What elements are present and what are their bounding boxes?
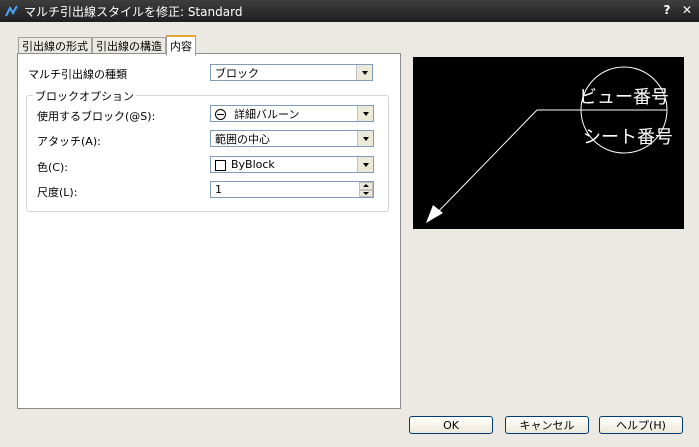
leader-arrowhead	[426, 205, 443, 223]
window-title: マルチ引出線スタイルを修正: Standard	[24, 4, 243, 19]
block-options-title: ブロックオプション	[33, 88, 136, 104]
close-icon[interactable]: ✕	[681, 3, 693, 17]
spin-down-button[interactable]	[359, 189, 373, 197]
leader-line	[434, 109, 538, 216]
attach-value: 範囲の中心	[215, 132, 270, 146]
source-block-label: 使用するブロック(@S):	[37, 110, 156, 123]
detail-balloon-icon	[215, 109, 226, 120]
chevron-down-icon	[363, 191, 369, 195]
chevron-down-icon	[362, 136, 369, 141]
color-value: ByBlock	[231, 158, 275, 171]
help-button[interactable]: ヘルプ(H)	[599, 416, 683, 434]
ok-button[interactable]: OK	[409, 416, 493, 434]
chevron-down-icon	[361, 70, 368, 75]
color-select[interactable]: ByBlock	[210, 156, 374, 173]
dropdown-button[interactable]	[357, 157, 373, 172]
source-block-select[interactable]: 詳細バルーン	[210, 105, 374, 122]
chevron-down-icon	[362, 162, 369, 167]
color-label: 色(C):	[37, 161, 68, 174]
dropdown-button[interactable]	[357, 131, 373, 146]
cancel-button[interactable]: キャンセル	[505, 416, 589, 434]
scale-label: 尺度(L):	[37, 186, 78, 199]
preview-bottom-text: シート番号	[583, 127, 673, 148]
preview-pane: ビュー番号 シート番号	[413, 57, 684, 229]
spin-up-button[interactable]	[359, 182, 373, 190]
app-icon	[5, 5, 18, 17]
tab-bar: 引出線の形式 引出線の構造 内容	[18, 35, 196, 56]
source-block-value: 詳細バルーン	[234, 107, 300, 121]
dropdown-button[interactable]	[357, 106, 373, 121]
chevron-down-icon	[362, 111, 369, 116]
chevron-up-icon	[363, 184, 369, 188]
leader-type-label: マルチ引出線の種類	[28, 68, 127, 81]
color-swatch-icon	[215, 159, 226, 171]
title-bar: マルチ引出線スタイルを修正: Standard ? ✕	[0, 0, 699, 22]
leader-type-select[interactable]: ブロック	[210, 64, 373, 81]
attach-select[interactable]: 範囲の中心	[210, 130, 374, 147]
content-panel: マルチ引出線の種類 ブロック ブロックオプション 使用するブロック(@S): 詳…	[17, 53, 401, 409]
leader-type-value: ブロック	[215, 66, 259, 80]
scale-value[interactable]: 1	[211, 183, 359, 196]
dropdown-button[interactable]	[356, 65, 372, 80]
tab-content[interactable]: 内容	[166, 35, 196, 56]
block-options-group: ブロックオプション 使用するブロック(@S): 詳細バルーン アタッチ(A): …	[26, 88, 389, 212]
scale-spinner[interactable]: 1	[210, 181, 374, 198]
help-title-button[interactable]: ?	[661, 3, 673, 17]
attach-label: アタッチ(A):	[37, 135, 101, 148]
preview-drawing: ビュー番号 シート番号	[426, 66, 673, 223]
preview-top-text: ビュー番号	[579, 87, 669, 108]
